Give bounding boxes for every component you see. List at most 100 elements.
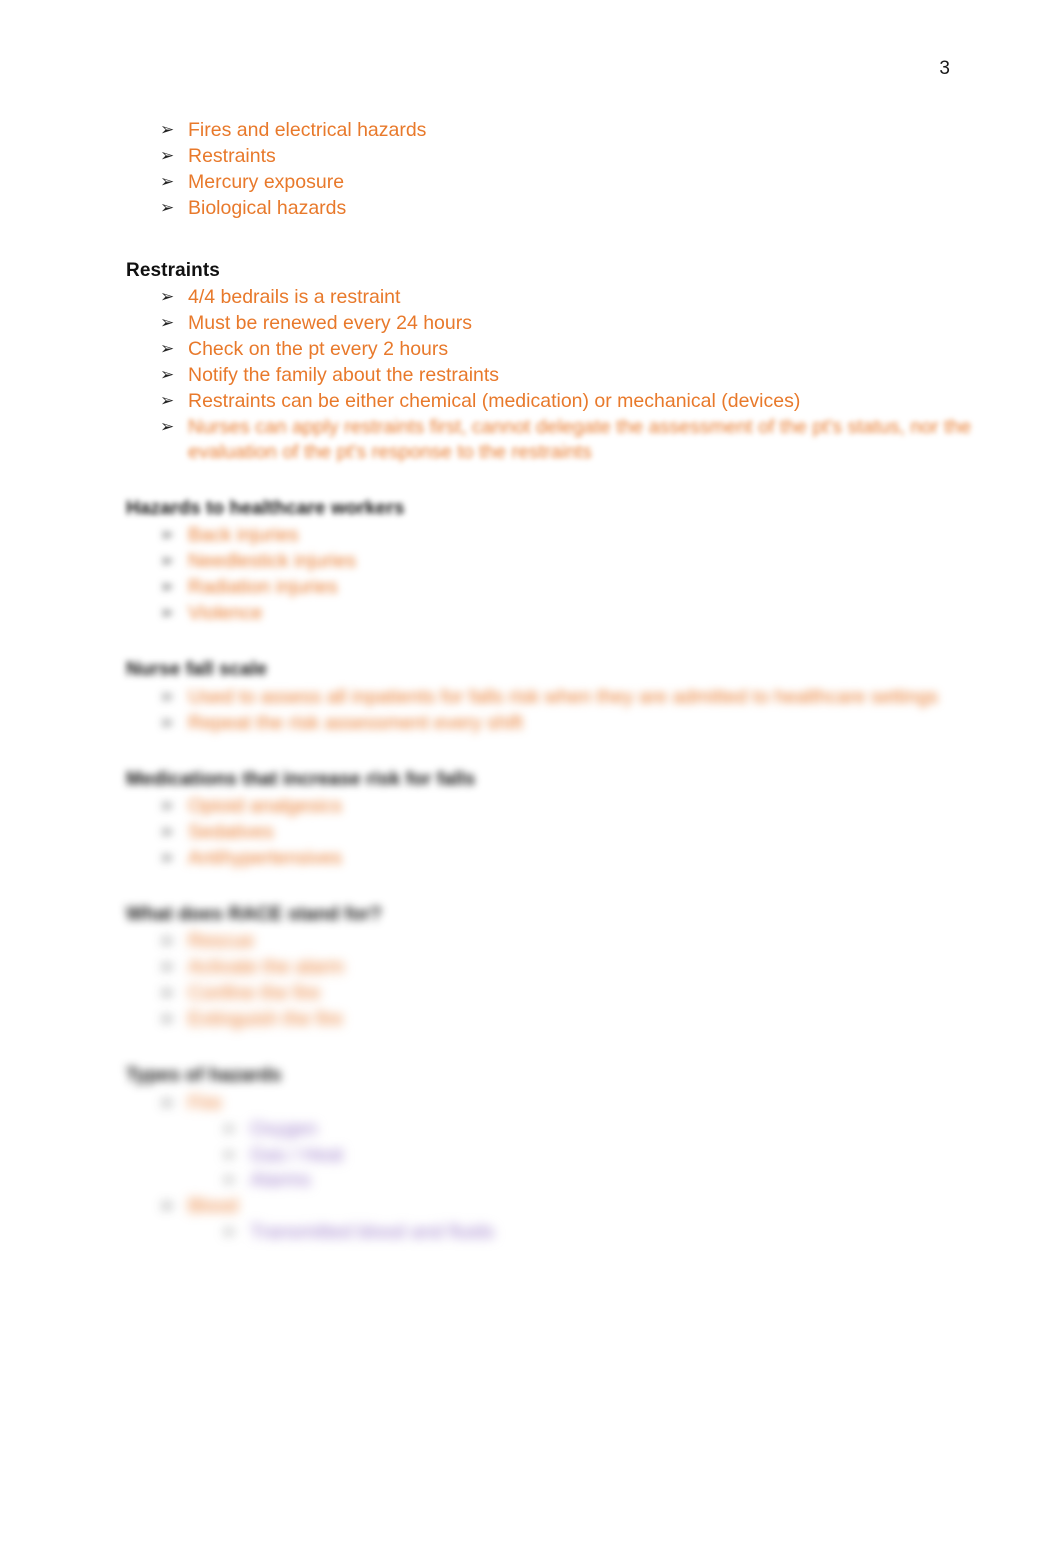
arrow-bullet-icon: ➢ (160, 365, 175, 385)
list-item-label: Biological hazards (188, 196, 347, 219)
arrow-bullet-icon: ➢ (160, 391, 175, 411)
section-list: ➢ Blood (160, 1194, 986, 1219)
list-item: ➢ Needlestick injuries (160, 549, 986, 574)
section-heading: Medications that increase risk for falls (126, 768, 476, 790)
page-number: 3 (939, 58, 950, 79)
arrow-bullet-icon: ➢ (160, 983, 175, 1003)
list-item-label: 4/4 bedrails is a restraint (188, 286, 401, 309)
list-item-label: Oxygen (250, 1117, 318, 1140)
list-item-label: Opioid analgesics (188, 795, 342, 818)
arrow-bullet-icon: ➢ (160, 1009, 175, 1029)
section-hazards-to-healthcare-workers: Hazards to healthcare workers ➢ Back inj… (126, 496, 986, 626)
list-item-label: Blood (188, 1195, 238, 1218)
list-item: ➢ Radiation injuries (160, 575, 986, 600)
arrow-bullet-icon: ➢ (160, 171, 175, 191)
list-item: ➢ Fires and electrical hazards (160, 118, 986, 143)
section-race-acronym: What does RACE stand for? ➢ Rescue ➢ Act… (126, 902, 986, 1032)
list-item-label: Activate the alarm (188, 956, 345, 979)
document-page: 3 ➢ Fires and electrical hazards ➢ Restr… (0, 0, 1062, 1556)
arrow-bullet-icon: ➢ (160, 712, 175, 732)
arrow-bullet-icon: ➢ (222, 1170, 237, 1190)
arrow-bullet-icon: ➢ (160, 957, 175, 977)
list-item-label: Transmitted blood and fluids (250, 1221, 495, 1244)
list-item-label: Check on the pt every 2 hours (188, 338, 449, 361)
section-heading: What does RACE stand for? (126, 903, 382, 925)
list-item: ➢ Mercury exposure (160, 170, 986, 195)
list-item-label: Sedatives (188, 820, 274, 843)
section-types-of-hazards: Types of hazards ➢ Fire ➢ Oxygen ➢ Gas /… (126, 1063, 986, 1245)
list-item: ➢ Transmitted blood and fluids (222, 1220, 986, 1245)
arrow-bullet-icon: ➢ (160, 821, 175, 841)
list-item: ➢ Antihypertensives (160, 846, 986, 871)
document-body: ➢ Fires and electrical hazards ➢ Restrai… (126, 118, 986, 1246)
section-list: ➢ Used to assess all inpatients for fall… (160, 685, 986, 736)
arrow-bullet-icon: ➢ (160, 525, 175, 545)
arrow-bullet-icon: ➢ (160, 339, 175, 359)
arrow-bullet-icon: ➢ (222, 1222, 237, 1242)
list-item: ➢ Extinguish the fire (160, 1007, 986, 1032)
list-item-label: Radiation injuries (188, 576, 338, 599)
list-item: ➢ Confine the fire (160, 981, 986, 1006)
section-list: ➢ Fire (160, 1091, 986, 1116)
list-item: ➢ Sedatives (160, 820, 986, 845)
section-heading: Restraints (126, 259, 220, 281)
list-item-label: Nurses can apply restraints first, canno… (188, 416, 972, 463)
list-item-label: Gas / Heat (250, 1143, 344, 1166)
list-item-label: Antihypertensives (188, 846, 342, 869)
arrow-bullet-icon: ➢ (160, 197, 175, 217)
list-item: ➢ Repeat the risk assessment every shift (160, 711, 986, 736)
intro-list: ➢ Fires and electrical hazards ➢ Restrai… (160, 118, 986, 221)
list-item-label: Used to assess all inpatients for falls … (188, 685, 939, 708)
section-restraints: Restraints ➢ 4/4 bedrails is a restraint… (126, 258, 986, 465)
list-item: ➢ Activate the alarm (160, 955, 986, 980)
list-item-label: Must be renewed every 24 hours (188, 312, 472, 335)
list-item: ➢ Oxygen (222, 1117, 986, 1142)
list-item-label: Mercury exposure (188, 170, 345, 193)
list-item: ➢ Must be renewed every 24 hours (160, 311, 986, 336)
list-item-label: Restraints can be either chemical (medic… (188, 390, 801, 413)
list-item: ➢ Gas / Heat (222, 1143, 986, 1168)
list-item-label: Alarms (250, 1169, 311, 1192)
sublist-blood: ➢ Transmitted blood and fluids (222, 1220, 986, 1245)
list-item: ➢ Notify the family about the restraints (160, 363, 986, 388)
list-item-label: Fires and electrical hazards (188, 119, 427, 141)
section-list: ➢ 4/4 bedrails is a restraint ➢ Must be … (160, 285, 986, 465)
list-item-label: Violence (188, 602, 263, 625)
list-item: ➢ Nurses can apply restraints first, can… (160, 415, 986, 465)
list-item-label: Rescue (188, 930, 255, 953)
arrow-bullet-icon: ➢ (160, 931, 175, 951)
arrow-bullet-icon: ➢ (160, 120, 175, 139)
arrow-bullet-icon: ➢ (160, 577, 175, 597)
list-item: ➢ 4/4 bedrails is a restraint (160, 285, 986, 310)
list-item: ➢ Used to assess all inpatients for fall… (160, 685, 986, 710)
arrow-bullet-icon: ➢ (160, 313, 175, 333)
list-item: ➢ Restraints (160, 144, 986, 169)
arrow-bullet-icon: ➢ (160, 1196, 175, 1216)
list-item: ➢ Fire (160, 1091, 986, 1116)
section-nurse-fall-scale: Nurse fall scale ➢ Used to assess all in… (126, 657, 986, 735)
list-item: ➢ Alarms (222, 1168, 986, 1193)
list-item: ➢ Biological hazards (160, 196, 986, 221)
list-item-label: Restraints (188, 144, 276, 167)
arrow-bullet-icon: ➢ (160, 1092, 175, 1112)
arrow-bullet-icon: ➢ (160, 145, 175, 165)
list-item-label: Confine the fire (188, 982, 321, 1005)
section-list: ➢ Back injuries ➢ Needlestick injuries ➢… (160, 523, 986, 626)
list-item-label: Notify the family about the restraints (188, 364, 500, 387)
list-item: ➢ Blood (160, 1194, 986, 1219)
list-item: ➢ Opioid analgesics (160, 794, 986, 819)
sublist-fire: ➢ Oxygen ➢ Gas / Heat ➢ Alarms (222, 1117, 986, 1194)
arrow-bullet-icon: ➢ (160, 551, 175, 571)
section-heading: Nurse fall scale (126, 659, 268, 681)
arrow-bullet-icon: ➢ (160, 686, 175, 706)
list-item: ➢ Restraints can be either chemical (med… (160, 389, 986, 414)
arrow-bullet-icon: ➢ (160, 796, 175, 816)
list-item: ➢ Back injuries (160, 523, 986, 548)
section-list: ➢ Opioid analgesics ➢ Sedatives ➢ Antihy… (160, 794, 986, 871)
arrow-bullet-icon: ➢ (222, 1118, 237, 1138)
list-item-label: Extinguish the fire (188, 1008, 344, 1031)
arrow-bullet-icon: ➢ (222, 1144, 237, 1164)
section-medications-increasing-fall-risk: Medications that increase risk for falls… (126, 767, 986, 871)
list-item-label: Back injuries (188, 524, 299, 547)
list-item-label: Repeat the risk assessment every shift (188, 711, 523, 734)
